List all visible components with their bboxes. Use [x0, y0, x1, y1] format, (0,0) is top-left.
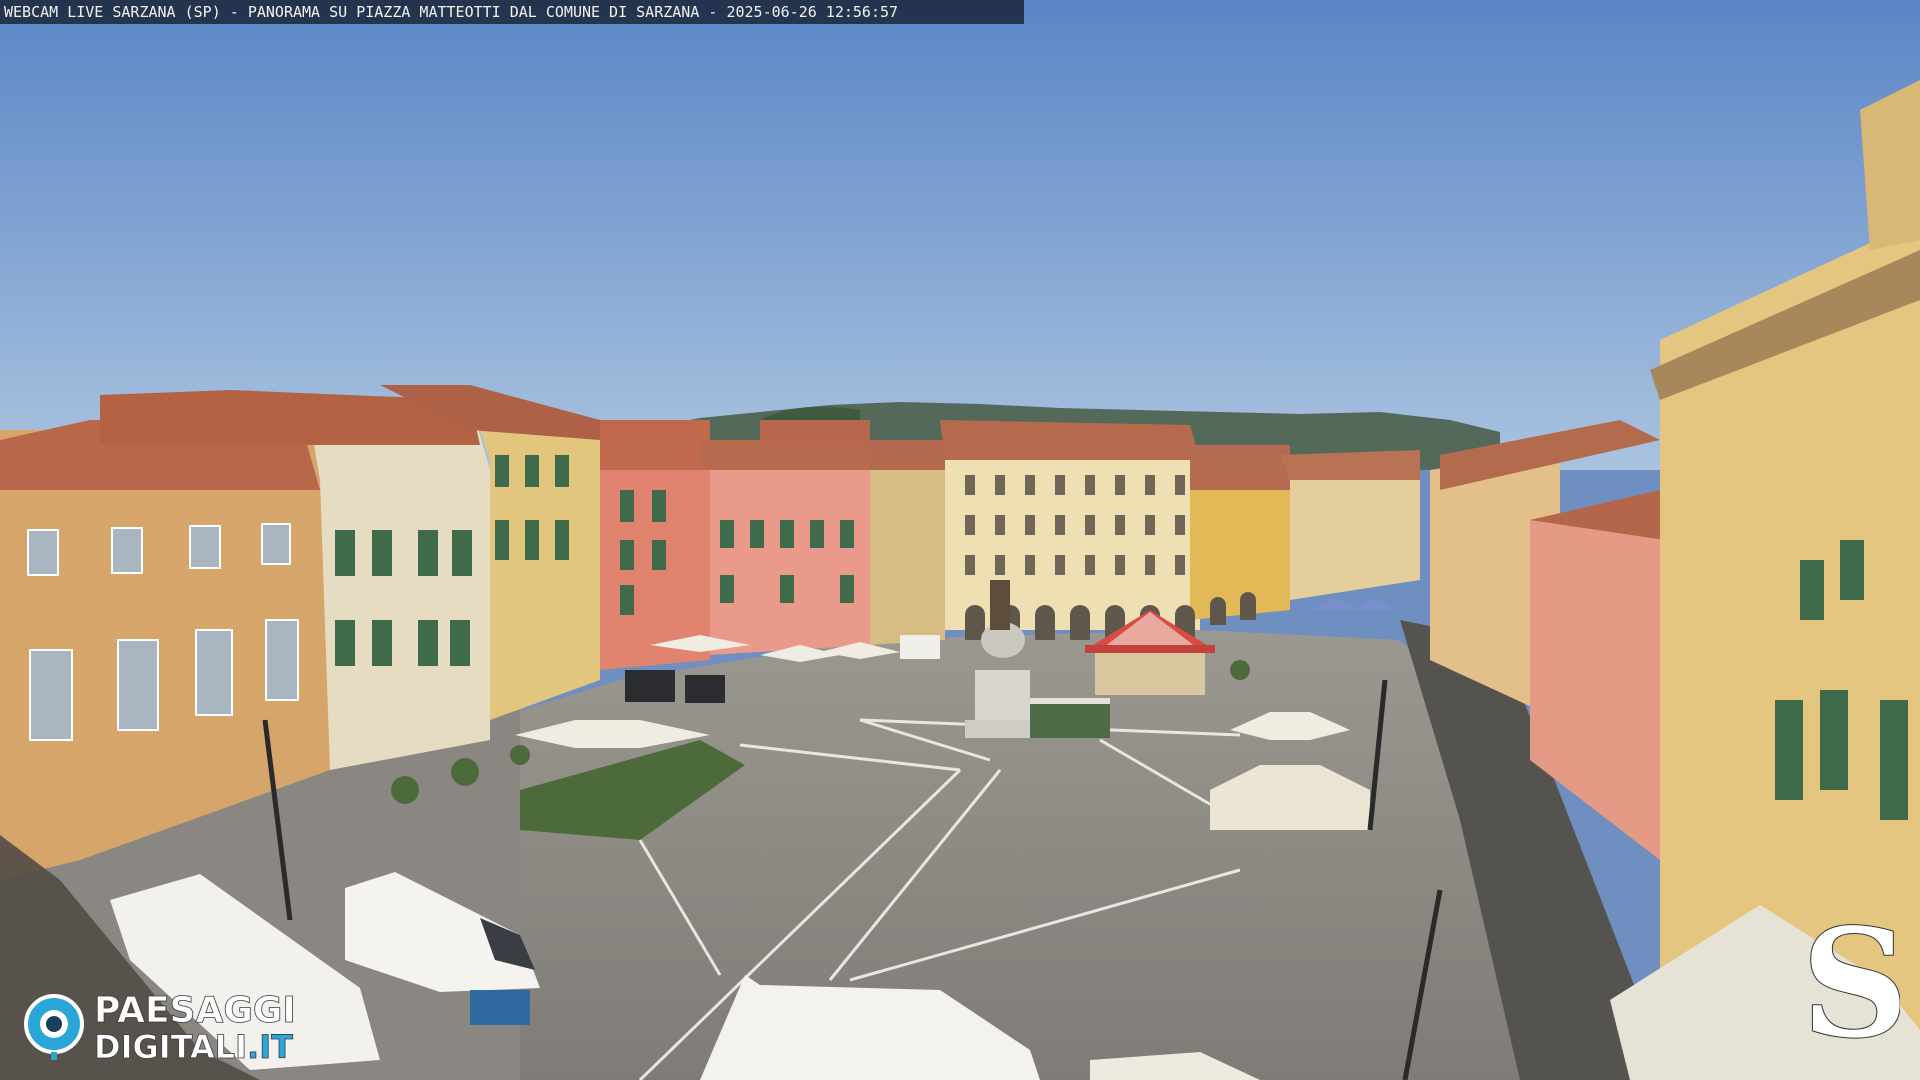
sarzana-s-logo: S: [1810, 918, 1900, 1058]
logo-line1: PAESAGGI: [94, 990, 296, 1031]
logo-line2: DIGITALI.IT: [94, 1028, 293, 1060]
webcam-frame: WEBCAM LIVE SARZANA (SP) - PANORAMA SU P…: [0, 0, 1920, 1080]
paesaggi-digitali-logo: PAESAGGI DIGITALI.IT: [24, 990, 296, 1060]
eye-icon: [24, 994, 84, 1060]
piazza-scene: [0, 0, 1920, 1080]
blue-umbrellas: [1310, 598, 1395, 610]
s-mark: S: [1810, 918, 1900, 1058]
logo-suffix: .IT: [247, 1028, 293, 1060]
overlay-title: WEBCAM LIVE SARZANA (SP) - PANORAMA SU P…: [0, 0, 1024, 24]
logo-line2-main: DIGITALI: [94, 1028, 247, 1060]
